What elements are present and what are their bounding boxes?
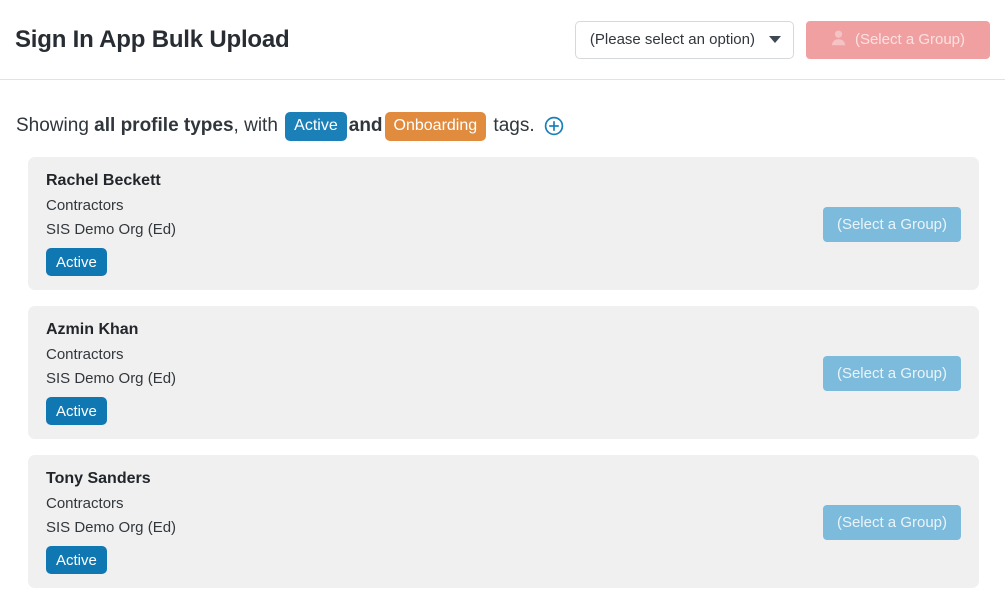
profile-name: Tony Sanders xyxy=(46,470,151,488)
profile-card-action: (Select a Group) xyxy=(822,206,961,242)
select-group-header-button[interactable]: (Select a Group) xyxy=(806,20,990,59)
profile-organisation: SIS Demo Org (Ed) xyxy=(46,519,177,537)
profile-group: Contractors xyxy=(46,345,124,363)
profile-group: Contractors xyxy=(46,494,124,512)
select-group-button[interactable]: (Select a Group) xyxy=(822,206,961,242)
profile-type-select[interactable]: (Please select an option) xyxy=(574,20,794,59)
select-group-button[interactable]: (Select a Group) xyxy=(822,504,961,540)
profile-card-list: Rachel Beckett Contractors SIS Demo Org … xyxy=(0,149,1005,589)
app-header: Sign In App Bulk Upload (Please select a… xyxy=(0,0,1005,80)
profile-name: Azmin Khan xyxy=(46,321,139,339)
filter-tag-onboarding[interactable]: Onboarding xyxy=(384,111,487,141)
profile-card: Rachel Beckett Contractors SIS Demo Org … xyxy=(28,157,979,291)
header-controls: (Please select an option) (Select a Grou… xyxy=(574,20,990,59)
circle-plus-icon[interactable] xyxy=(544,116,564,136)
profile-card: Azmin Khan Contractors SIS Demo Org (Ed)… xyxy=(28,306,979,440)
profile-card-info: Rachel Beckett Contractors SIS Demo Org … xyxy=(46,172,823,277)
select-group-button[interactable]: (Select a Group) xyxy=(822,355,961,391)
select-group-header-button-label: (Select a Group) xyxy=(854,31,966,48)
chevron-down-icon xyxy=(769,36,781,43)
status-badge: Active xyxy=(46,248,107,277)
profile-card-action: (Select a Group) xyxy=(822,355,961,391)
profile-card: Tony Sanders Contractors SIS Demo Org (E… xyxy=(28,455,979,589)
person-icon xyxy=(831,30,846,50)
profile-name: Rachel Beckett xyxy=(46,172,161,189)
filter-prefix-text: Showing xyxy=(16,115,95,136)
profile-organisation: SIS Demo Org (Ed) xyxy=(46,220,177,238)
filter-with-text: , with xyxy=(233,115,284,136)
status-badge: Active xyxy=(46,546,107,575)
filter-tag-active[interactable]: Active xyxy=(285,111,347,141)
filter-conjunction: and xyxy=(348,115,383,136)
filter-profile-types: all profile types xyxy=(94,115,234,136)
filter-summary: Showing all profile types , with Active … xyxy=(0,103,1005,149)
profile-card-info: Tony Sanders Contractors SIS Demo Org (E… xyxy=(46,470,823,575)
profile-card-info: Azmin Khan Contractors SIS Demo Org (Ed)… xyxy=(46,321,823,426)
status-badge: Active xyxy=(46,397,107,426)
profile-card-action: (Select a Group) xyxy=(822,504,961,540)
filter-suffix-text: tags. xyxy=(488,115,535,136)
page-title: Sign In App Bulk Upload xyxy=(15,25,290,53)
profile-organisation: SIS Demo Org (Ed) xyxy=(46,369,177,387)
profile-group: Contractors xyxy=(46,196,124,214)
profile-type-select-value: (Please select an option) xyxy=(589,31,755,48)
